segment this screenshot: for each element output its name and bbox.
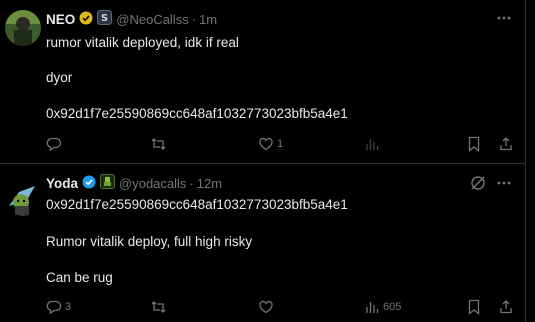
tweet-header: NEO S @NeoCallss · 1m bbox=[46, 10, 217, 28]
author-name[interactable]: NEO bbox=[46, 12, 75, 27]
share-button[interactable] bbox=[498, 297, 514, 317]
timeline-divider bbox=[525, 0, 526, 322]
views-chart-icon bbox=[366, 139, 379, 150]
tweet-text-line: dyor bbox=[46, 70, 73, 85]
views-chart-icon bbox=[366, 302, 379, 313]
heart-icon bbox=[259, 300, 273, 314]
tweet-actions: 1 bbox=[46, 134, 516, 154]
more-options-icon[interactable] bbox=[495, 9, 513, 27]
repost-button[interactable] bbox=[150, 297, 170, 317]
verified-gold-badge-icon bbox=[79, 11, 93, 28]
like-button[interactable]: 1 bbox=[258, 134, 283, 154]
tweet-text-line: rumor vitalik deployed, idk if real bbox=[46, 35, 239, 50]
reply-count: 3 bbox=[65, 301, 72, 313]
separator-dot: · bbox=[189, 175, 194, 191]
more-options-icon[interactable] bbox=[495, 174, 513, 192]
author-handle[interactable]: @NeoCallss bbox=[116, 12, 188, 27]
bookmark-button[interactable] bbox=[467, 134, 481, 154]
grok-icon[interactable] bbox=[469, 174, 487, 192]
affiliate-badge-icon[interactable] bbox=[100, 174, 116, 192]
repost-icon bbox=[151, 301, 166, 313]
heart-icon bbox=[259, 137, 273, 151]
share-icon bbox=[500, 300, 512, 314]
separator-dot: · bbox=[191, 11, 197, 27]
reply-button[interactable]: 3 bbox=[46, 297, 71, 317]
repost-button[interactable] bbox=[150, 134, 170, 154]
contract-address: 0x92d1f7e25590869cc648af1032773023bfb5a4… bbox=[46, 197, 348, 212]
tweet[interactable]: NEO S @NeoCallss · 1m rumor vitalik depl… bbox=[0, 0, 525, 164]
contract-address: 0x92d1f7e25590869cc648af1032773023bfb5a4… bbox=[46, 106, 348, 121]
like-button[interactable] bbox=[258, 297, 277, 317]
timestamp[interactable]: 12m bbox=[197, 176, 222, 191]
svg-text:S: S bbox=[101, 13, 108, 24]
views-button[interactable]: 605 bbox=[364, 297, 401, 317]
share-icon bbox=[500, 137, 512, 151]
views-button[interactable] bbox=[364, 134, 383, 154]
bookmark-button[interactable] bbox=[467, 297, 481, 317]
affiliate-badge-icon[interactable]: S bbox=[97, 10, 113, 28]
avatar[interactable] bbox=[5, 180, 41, 216]
tweet-text-line: Rumor vitalik deploy, full high risky bbox=[46, 234, 253, 249]
timestamp[interactable]: 1m bbox=[199, 12, 217, 27]
bookmark-icon bbox=[468, 299, 480, 315]
tweet-actions: 3 605 bbox=[46, 297, 516, 317]
reply-icon bbox=[46, 300, 62, 315]
share-button[interactable] bbox=[498, 134, 514, 154]
author-name[interactable]: Yoda bbox=[46, 176, 78, 191]
repost-icon bbox=[151, 138, 166, 150]
verified-blue-badge-icon bbox=[82, 175, 96, 192]
tweet-header: Yoda @yodacalls · 12m bbox=[46, 174, 222, 192]
bookmark-icon bbox=[468, 136, 480, 152]
views-count: 605 bbox=[383, 301, 402, 313]
avatar[interactable] bbox=[5, 10, 41, 46]
tweet[interactable]: Yoda @yodacalls · 12m 0x92d1f7e25590869c… bbox=[0, 164, 525, 322]
reply-icon bbox=[46, 137, 62, 152]
tweet-text-line: Can be rug bbox=[46, 270, 113, 285]
like-count: 1 bbox=[277, 138, 284, 150]
reply-button[interactable] bbox=[46, 134, 65, 154]
author-handle[interactable]: @yodacalls bbox=[119, 176, 186, 191]
